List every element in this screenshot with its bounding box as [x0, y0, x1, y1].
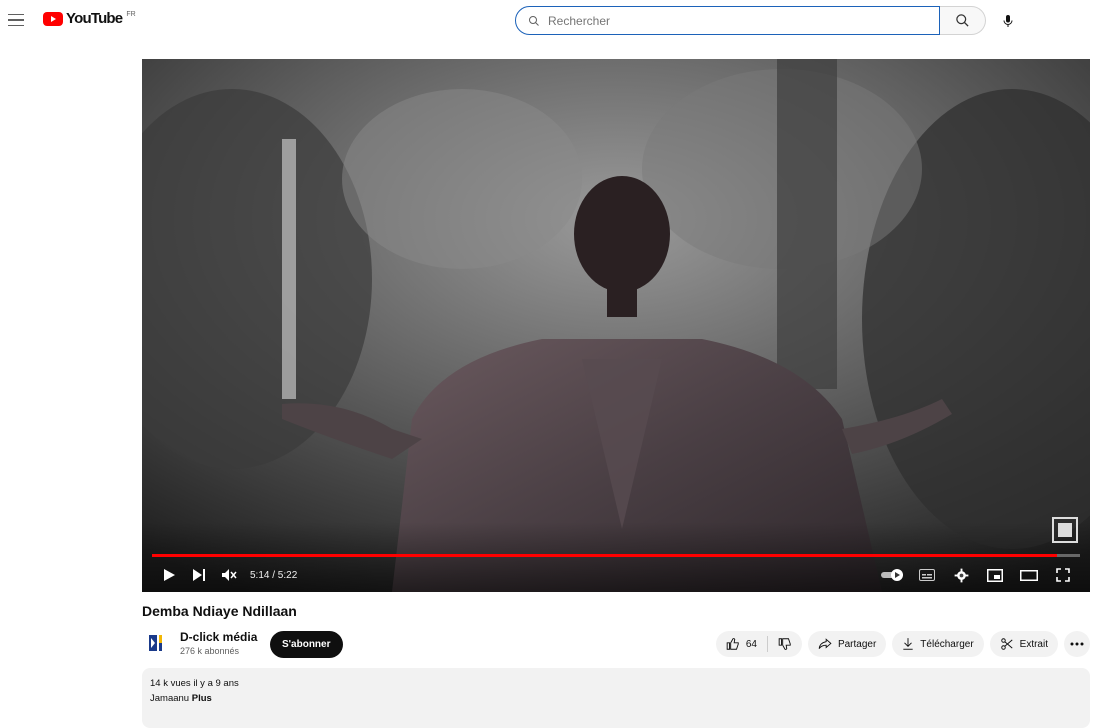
more-actions-button[interactable] — [1064, 631, 1090, 657]
description-text: Jamaanu — [150, 693, 190, 704]
description-meta: 14 k vues il y a 9 ans — [150, 678, 1082, 689]
progress-played — [152, 554, 1057, 557]
like-dislike-group: 64 — [715, 631, 802, 657]
clip-button[interactable]: Extrait — [989, 631, 1058, 657]
video-title: Demba Ndiaye Ndillaan — [142, 603, 297, 619]
autoplay-toggle[interactable] — [878, 561, 908, 589]
mute-button[interactable] — [214, 561, 244, 589]
thumbs-down-icon — [778, 638, 791, 650]
fullscreen-button[interactable] — [1048, 561, 1078, 589]
description-line: Jamaanu Plus — [150, 693, 1082, 704]
search-field — [515, 6, 940, 35]
show-more-button[interactable]: Plus — [192, 693, 212, 704]
download-label: Télécharger — [920, 638, 974, 650]
action-buttons: 64 Partager Télécharger Extrait — [715, 631, 1090, 657]
miniplayer-button[interactable] — [980, 561, 1010, 589]
share-button[interactable]: Partager — [807, 631, 887, 657]
top-bar: YouTube FR — [0, 0, 1100, 40]
player-controls: 5:14 / 5:22 — [142, 561, 1090, 589]
menu-icon[interactable] — [8, 10, 28, 30]
player-controls-right — [878, 561, 1078, 589]
video-player[interactable]: 5:14 / 5:22 — [142, 59, 1090, 592]
youtube-play-logo-icon — [43, 11, 63, 26]
miniplayer-icon — [987, 568, 1003, 582]
channel-name[interactable]: D-click média — [180, 630, 257, 644]
share-label: Partager — [837, 638, 877, 650]
download-button[interactable]: Télécharger — [892, 631, 984, 657]
next-button[interactable] — [184, 561, 214, 589]
share-icon — [818, 638, 832, 649]
dislike-button[interactable] — [768, 631, 802, 657]
channel-row: D-click média 276 k abonnés S'abonner 64… — [142, 628, 1090, 660]
play-button[interactable] — [154, 561, 184, 589]
search-icon — [529, 15, 539, 26]
youtube-logo[interactable]: YouTube FR — [43, 10, 136, 27]
thumbs-up-icon — [726, 638, 739, 650]
search-button[interactable] — [940, 6, 986, 35]
upload-age: il y a 9 ans — [193, 678, 239, 689]
description-box[interactable]: 14 k vues il y a 9 ans Jamaanu Plus — [142, 668, 1090, 728]
voice-search-button[interactable] — [994, 7, 1021, 34]
like-count: 64 — [745, 638, 757, 650]
play-icon — [164, 569, 175, 581]
microphone-icon — [1003, 14, 1012, 27]
subtitles-button[interactable] — [912, 561, 942, 589]
video-frame — [142, 59, 1090, 592]
theater-mode-icon — [1020, 569, 1038, 581]
autoplay-toggle-icon — [881, 569, 903, 581]
gear-icon — [954, 568, 968, 582]
progress-bar[interactable] — [152, 554, 1080, 557]
scissors-icon — [1000, 638, 1013, 650]
search-input[interactable] — [548, 13, 908, 28]
volume-muted-icon — [222, 569, 237, 581]
download-icon — [903, 638, 913, 650]
search-bar — [515, 6, 986, 35]
like-button[interactable]: 64 — [716, 631, 767, 657]
more-horizontal-icon — [1070, 642, 1084, 646]
fullscreen-icon — [1056, 568, 1070, 582]
channel-avatar[interactable] — [146, 632, 168, 654]
settings-button[interactable] — [946, 561, 976, 589]
logo-text: YouTube — [66, 10, 123, 27]
subtitles-icon — [919, 569, 935, 581]
time-display: 5:14 / 5:22 — [250, 569, 298, 581]
search-icon — [956, 14, 969, 27]
channel-watermark-icon[interactable] — [1052, 517, 1078, 543]
view-count: 14 k vues — [150, 678, 191, 689]
clip-label: Extrait — [1019, 638, 1048, 650]
subscriber-count: 276 k abonnés — [180, 646, 240, 656]
subscribe-button[interactable]: S'abonner — [270, 631, 343, 658]
theater-mode-button[interactable] — [1014, 561, 1044, 589]
region-code: FR — [126, 10, 136, 18]
skip-next-icon — [193, 569, 205, 581]
